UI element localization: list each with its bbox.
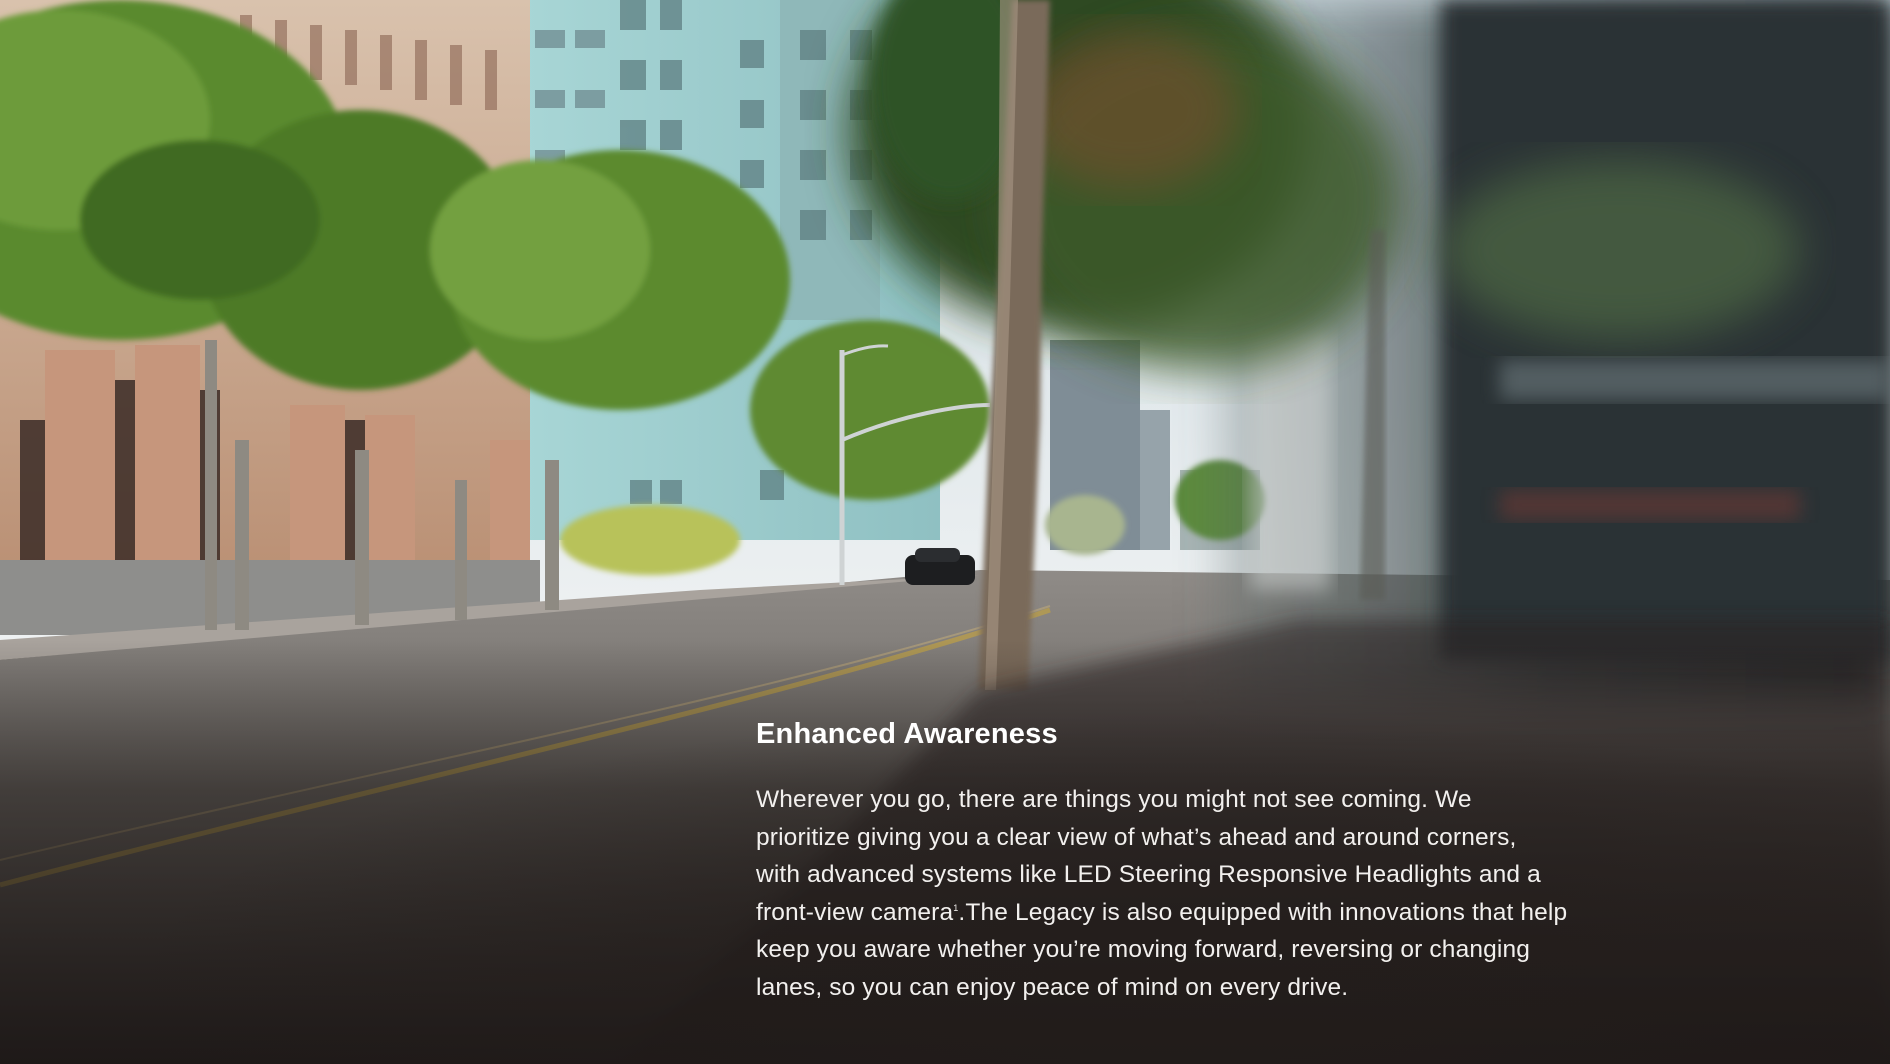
body-line: with advanced systems like LED Steering … <box>756 861 1541 889</box>
body-line-part: front-view camera <box>756 898 954 926</box>
body-line-with-footnote: front-view camera1.The Legacy is also eq… <box>756 894 1656 932</box>
body-line: lanes, so you can enjoy peace of mind on… <box>756 973 1349 1001</box>
body-line: prioritize giving you a clear view of wh… <box>756 823 1517 851</box>
feature-copy: Enhanced Awareness Wherever you go, ther… <box>756 718 1656 1007</box>
body-line: Wherever you go, there are things you mi… <box>756 786 1472 813</box>
body-line-part: .The Legacy is also equipped with innova… <box>958 898 1568 926</box>
feature-heading: Enhanced Awareness <box>756 718 1058 750</box>
brochure-page: Enhanced Awareness Wherever you go, ther… <box>0 0 1890 1064</box>
feature-body: Wherever you go, there are things you mi… <box>756 781 1656 1007</box>
body-line: keep you aware whether you’re moving for… <box>756 936 1531 964</box>
